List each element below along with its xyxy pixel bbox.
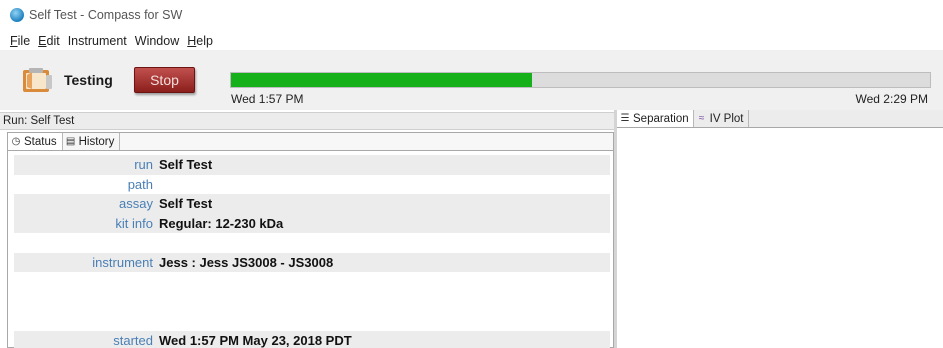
tab-status-label: Status xyxy=(24,135,57,148)
tab-status[interactable]: ◷ Status xyxy=(8,133,63,150)
status-label: kit info xyxy=(115,215,153,231)
status-row-run: run Self Test xyxy=(14,155,610,175)
status-row-blank xyxy=(14,233,610,253)
menu-window[interactable]: Window xyxy=(131,34,183,48)
left-tabstrip: ◷ Status ▤ History xyxy=(8,133,613,151)
status-row-blank xyxy=(14,272,610,292)
title-bar: Self Test - Compass for SW xyxy=(0,0,943,30)
status-row-blank xyxy=(14,292,610,312)
run-progress-fill xyxy=(231,73,532,87)
menu-edit[interactable]: Edit xyxy=(34,34,64,48)
status-table: run Self Test path assay Self Test kit i… xyxy=(14,155,610,348)
plot-icon: ≈ xyxy=(698,112,705,124)
tab-history[interactable]: ▤ History xyxy=(63,133,121,150)
status-value: Regular: 12-230 kDa xyxy=(159,215,284,231)
run-start-time: Wed 1:57 PM xyxy=(231,92,304,106)
menu-help[interactable]: Help xyxy=(183,34,217,48)
tab-iv-plot[interactable]: ≈ IV Plot xyxy=(694,110,749,127)
status-panel: ◷ Status ▤ History run Self Test path as… xyxy=(7,132,614,348)
status-row-assay: assay Self Test xyxy=(14,194,610,214)
run-status-label: Testing xyxy=(64,72,113,88)
run-header: Run: Self Test xyxy=(0,112,614,130)
window-title: Self Test - Compass for SW xyxy=(29,8,183,22)
menu-file[interactable]: File xyxy=(6,34,34,48)
status-value: Jess : Jess JS3008 - JS3008 xyxy=(159,254,334,270)
document-icon: ▤ xyxy=(65,135,76,147)
status-label: started xyxy=(113,332,153,348)
menu-bar: File Edit Instrument Window Help xyxy=(6,33,217,49)
status-label: path xyxy=(127,176,153,192)
menu-instrument[interactable]: Instrument xyxy=(64,34,131,48)
clock-icon: ◷ xyxy=(11,135,21,147)
status-label: assay xyxy=(119,196,153,212)
tab-iv-plot-label: IV Plot xyxy=(709,112,744,125)
compass-app-icon xyxy=(10,8,24,22)
status-value: Wed 1:57 PM May 23, 2018 PDT xyxy=(159,332,352,348)
right-tabstrip: ☰ Separation ≈ IV Plot xyxy=(617,110,943,128)
panel-divider[interactable] xyxy=(614,110,617,348)
tab-separation[interactable]: ☰ Separation xyxy=(617,110,694,127)
status-value: Self Test xyxy=(159,196,213,212)
status-row-kit-info: kit info Regular: 12-230 kDa xyxy=(14,213,610,233)
status-row-blank xyxy=(14,311,610,331)
status-row-path: path xyxy=(14,175,610,195)
tab-history-label: History xyxy=(78,135,115,148)
stop-button[interactable]: Stop xyxy=(134,67,195,93)
status-row-started: started Wed 1:57 PM May 23, 2018 PDT xyxy=(14,330,610,348)
status-value: Self Test xyxy=(159,157,213,173)
run-progress-bar xyxy=(230,72,931,88)
status-label: instrument xyxy=(92,254,153,270)
run-end-time: Wed 2:29 PM xyxy=(855,92,928,106)
status-row-instrument: instrument Jess : Jess JS3008 - JS3008 xyxy=(14,252,610,272)
status-label: run xyxy=(134,157,153,173)
tab-separation-label: Separation xyxy=(633,112,689,125)
instrument-icon xyxy=(23,68,52,92)
list-icon: ☰ xyxy=(620,112,630,124)
